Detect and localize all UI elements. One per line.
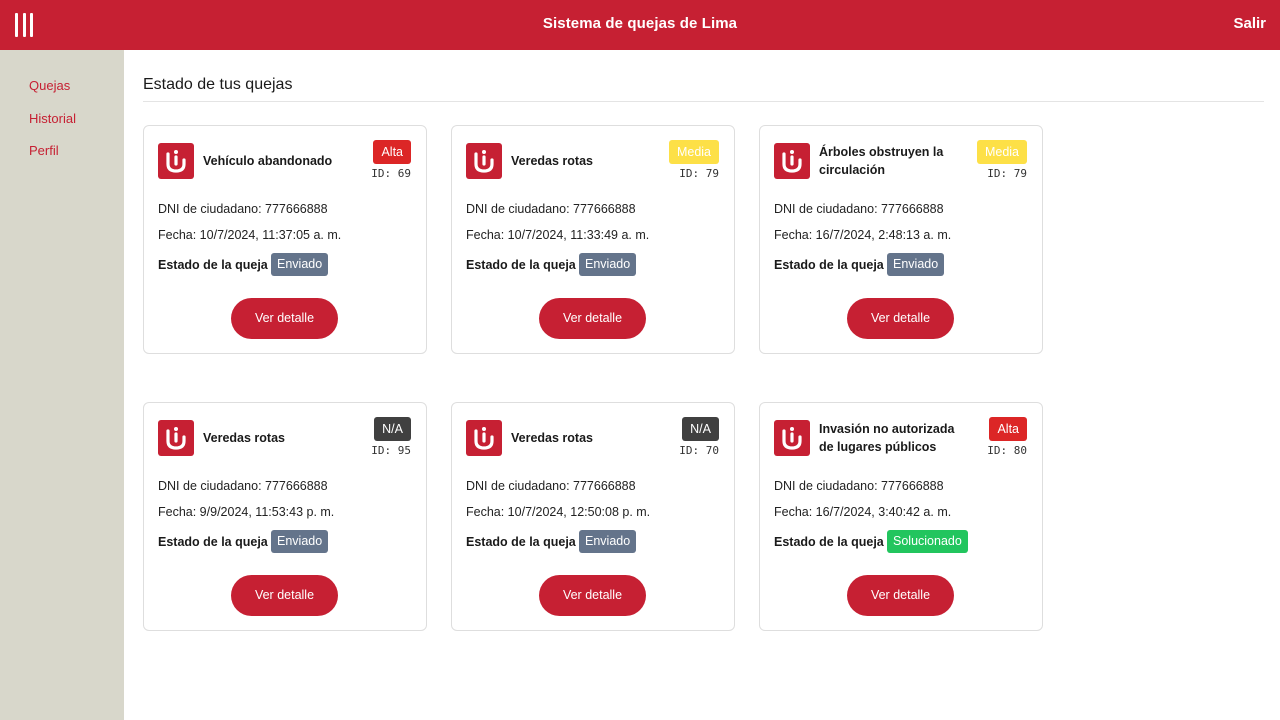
status-label: Estado de la queja <box>774 535 884 549</box>
citizen-dni: DNI de ciudadano: 777666888 <box>774 202 944 216</box>
section-divider <box>143 101 1264 102</box>
complaint-id: ID: 95 <box>371 444 411 457</box>
complaint-card: Vehículo abandonado Alta ID: 69 DNI de c… <box>143 125 427 354</box>
view-detail-button[interactable]: Ver detalle <box>847 575 954 616</box>
priority-badge: N/A <box>682 417 719 441</box>
view-detail-button[interactable]: Ver detalle <box>539 575 646 616</box>
complaint-title: Veredas rotas <box>511 431 593 445</box>
logout-button[interactable]: Salir <box>1233 15 1266 32</box>
citizen-dni: DNI de ciudadano: 777666888 <box>158 202 328 216</box>
citizen-dni: DNI de ciudadano: 777666888 <box>158 479 328 493</box>
priority-badge: Media <box>668 140 719 164</box>
status-label: Estado de la queja <box>466 258 576 272</box>
complaint-id: ID: 69 <box>371 167 411 180</box>
citizen-dni: DNI de ciudadano: 777666888 <box>774 479 944 493</box>
complaint-id: ID: 70 <box>679 444 719 457</box>
complaint-title: Vehículo abandonado <box>203 154 333 168</box>
status-badge: Enviado <box>271 530 329 553</box>
status-badge: Enviado <box>579 253 637 276</box>
complaint-id: ID: 79 <box>679 167 719 180</box>
complaint-logo-icon <box>774 420 810 456</box>
sidebar-item-historial[interactable]: Historial <box>29 111 76 126</box>
priority-badge: N/A <box>374 417 411 441</box>
status-label: Estado de la queja <box>774 258 884 272</box>
status-label: Estado de la queja <box>158 535 268 549</box>
priority-badge: Media <box>976 140 1027 164</box>
citizen-dni: DNI de ciudadano: 777666888 <box>466 479 636 493</box>
status-badge: Enviado <box>579 530 637 553</box>
complaint-id: ID: 80 <box>987 444 1027 457</box>
complaint-title: Árboles obstruyen la circulación <box>819 145 944 177</box>
status-label: Estado de la queja <box>158 258 268 272</box>
view-detail-button[interactable]: Ver detalle <box>539 298 646 339</box>
complaint-card: Árboles obstruyen la circulación Media I… <box>759 125 1043 354</box>
priority-badge: Alta <box>373 140 411 164</box>
citizen-dni: DNI de ciudadano: 777666888 <box>466 202 636 216</box>
section-title: Estado de tus quejas <box>143 76 293 93</box>
complaint-title: Invasión no autorizada de lugares públic… <box>819 422 955 454</box>
complaint-date: Fecha: 9/9/2024, 11:53:43 p. m. <box>158 505 335 519</box>
top-bar: Sistema de quejas de Lima Salir <box>0 0 1280 50</box>
complaint-logo-icon <box>466 420 502 456</box>
complaint-logo-icon <box>466 143 502 179</box>
complaint-logo-icon <box>774 143 810 179</box>
complaint-logo-icon <box>158 420 194 456</box>
priority-badge: Alta <box>989 417 1027 441</box>
complaint-date: Fecha: 16/7/2024, 2:48:13 a. m. <box>774 228 952 242</box>
sidebar-item-perfil[interactable]: Perfil <box>29 143 59 158</box>
complaint-logo-icon <box>158 143 194 179</box>
status-badge: Enviado <box>271 253 329 276</box>
complaint-date: Fecha: 10/7/2024, 12:50:08 p. m. <box>466 505 651 519</box>
complaint-card: Veredas rotas N/A ID: 70 DNI de ciudadan… <box>451 402 735 631</box>
complaint-card: Veredas rotas Media ID: 79 DNI de ciudad… <box>451 125 735 354</box>
sidebar-item-quejas[interactable]: Quejas <box>29 78 70 93</box>
complaint-title: Veredas rotas <box>511 154 593 168</box>
sidebar: Quejas Historial Perfil <box>0 50 124 720</box>
complaint-title: Veredas rotas <box>203 431 285 445</box>
status-badge: Solucionado <box>887 530 968 553</box>
view-detail-button[interactable]: Ver detalle <box>231 298 338 339</box>
view-detail-button[interactable]: Ver detalle <box>847 298 954 339</box>
complaint-date: Fecha: 16/7/2024, 3:40:42 a. m. <box>774 505 952 519</box>
complaint-date: Fecha: 10/7/2024, 11:33:49 a. m. <box>466 228 650 242</box>
complaint-card: Invasión no autorizada de lugares públic… <box>759 402 1043 631</box>
complaint-id: ID: 79 <box>987 167 1027 180</box>
app-title: Sistema de quejas de Lima <box>542 15 738 32</box>
main-content: Estado de tus quejas Vehículo abandonado… <box>143 50 1264 720</box>
view-detail-button[interactable]: Ver detalle <box>231 575 338 616</box>
complaint-date: Fecha: 10/7/2024, 11:37:05 a. m. <box>158 228 342 242</box>
status-badge: Enviado <box>887 253 945 276</box>
status-label: Estado de la queja <box>466 535 576 549</box>
complaint-card: Veredas rotas N/A ID: 95 DNI de ciudadan… <box>143 402 427 631</box>
